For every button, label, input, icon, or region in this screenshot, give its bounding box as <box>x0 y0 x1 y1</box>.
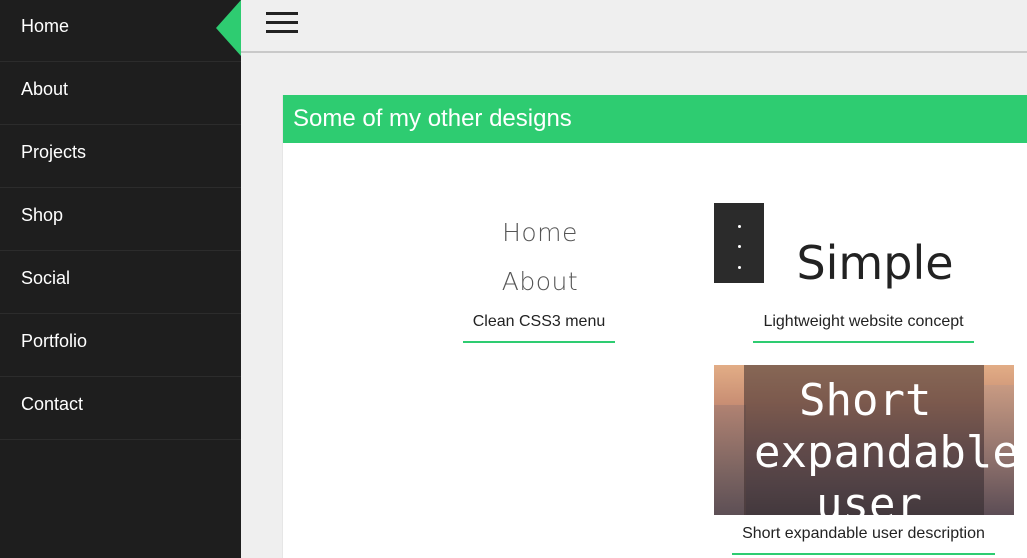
nav-item-label: Social <box>21 268 71 288</box>
nav-item-label: Contact <box>21 394 84 414</box>
preview-line: user <box>816 479 922 515</box>
preview-overlay-text: Short expandable user <box>754 375 1014 515</box>
nav-item-shop[interactable]: Shop <box>0 189 241 251</box>
panel-header: Some of my other designs <box>283 95 1027 143</box>
panel-title: Some of my other designs <box>293 105 572 132</box>
nav-item-label: Shop <box>21 205 64 225</box>
nav-item-label: Home <box>21 16 70 36</box>
nav-item-label: Projects <box>21 142 87 162</box>
website-concept-preview-text[interactable]: Simple <box>770 230 980 300</box>
active-indicator-arrow <box>216 0 241 56</box>
preview-menu-item: Home <box>502 218 578 247</box>
caption-website-concept[interactable]: Lightweight website concept <box>753 313 974 343</box>
caption-user-description[interactable]: Short expandable user description <box>732 525 995 555</box>
top-bar <box>241 0 1027 53</box>
nav-item-contact[interactable]: Contact <box>0 378 241 440</box>
caption-css3-menu[interactable]: Clean CSS3 menu <box>463 313 615 343</box>
nav-item-home[interactable]: Home <box>0 0 241 62</box>
hamburger-menu-icon[interactable] <box>266 12 298 34</box>
nav-item-portfolio[interactable]: Portfolio <box>0 315 241 377</box>
nav-item-label: Portfolio <box>21 331 88 351</box>
css3-menu-preview[interactable]: Home About <box>460 215 620 305</box>
dots-menu-icon[interactable] <box>714 203 764 283</box>
city-photo-left <box>714 405 746 515</box>
user-description-preview-image[interactable]: Short expandable user <box>714 365 1014 515</box>
nav-item-label: About <box>21 79 69 99</box>
sidebar-nav: Home About Projects Shop Social Portfoli… <box>0 0 241 558</box>
nav-item-about[interactable]: About <box>0 63 241 125</box>
nav-item-projects[interactable]: Projects <box>0 126 241 188</box>
preview-line: Short <box>799 375 932 426</box>
nav-item-social[interactable]: Social <box>0 252 241 314</box>
preview-line: expandable <box>754 427 1014 478</box>
preview-menu-item: About <box>501 267 579 296</box>
